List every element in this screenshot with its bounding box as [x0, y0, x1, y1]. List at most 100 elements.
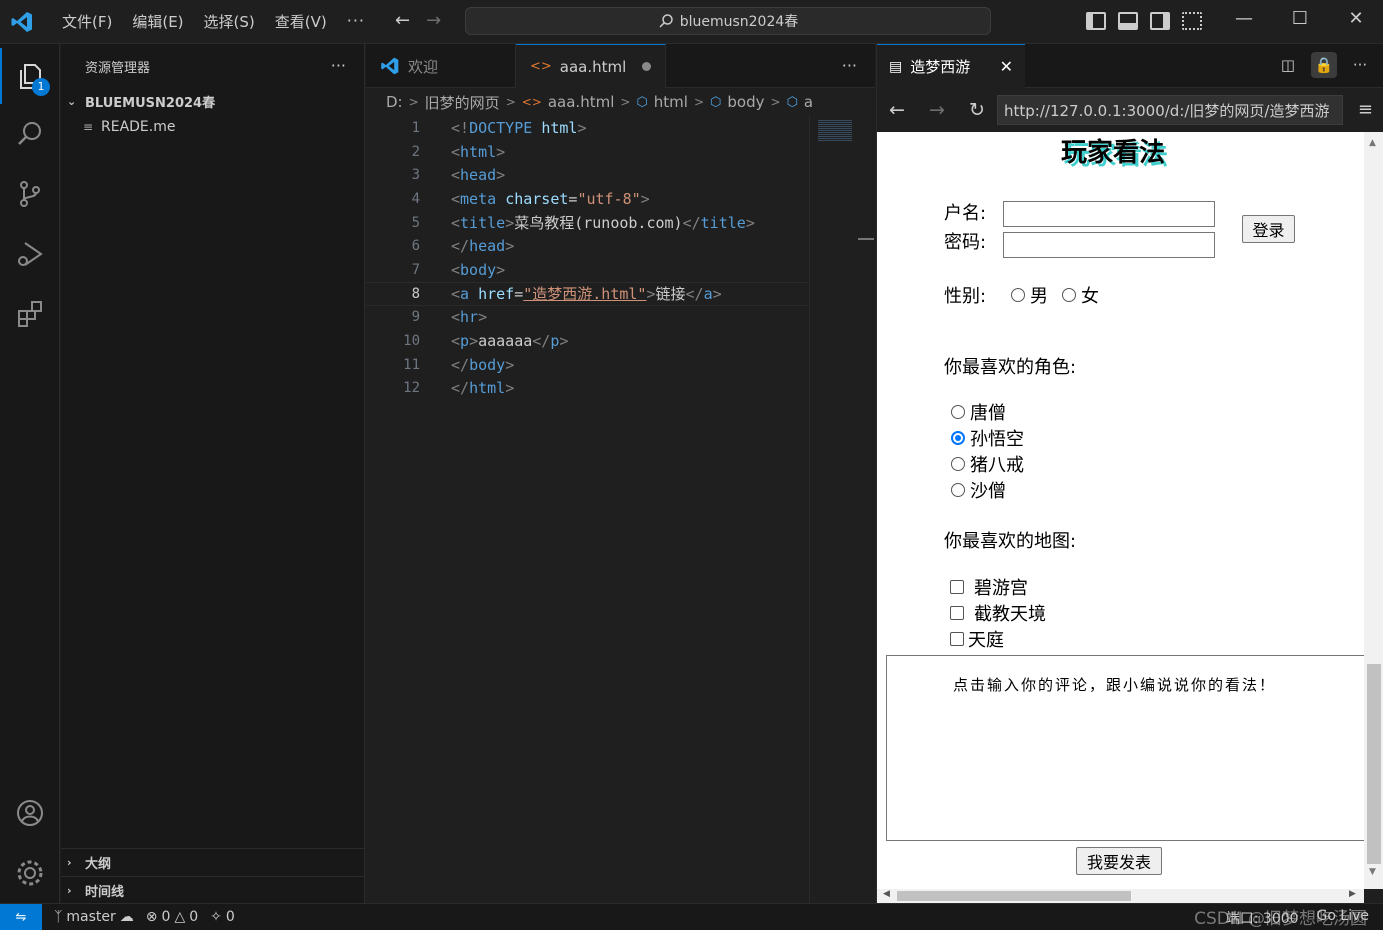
scroll-right-icon[interactable]: ▶	[1349, 889, 1356, 899]
forward-arrow-icon[interactable]: →	[426, 10, 441, 31]
settings-gear-icon[interactable]	[0, 845, 60, 901]
menu-selection[interactable]: 选择(S)	[194, 11, 265, 32]
page-horizontal-scrollbar[interactable]: ◀ ▶	[877, 889, 1364, 903]
toggle-panel-icon[interactable]	[1118, 12, 1138, 30]
csdn-watermark: CSDN @旧梦想吃汤圆	[1194, 909, 1367, 929]
code-line[interactable]: 7 <body>	[366, 258, 875, 282]
workspace-folder[interactable]: ⌄ BLUEMUSN2024春	[61, 88, 364, 114]
code-line[interactable]: 12 </html>	[366, 377, 875, 401]
close-window-button[interactable]: ✕	[1328, 8, 1383, 29]
search-icon[interactable]	[0, 106, 60, 162]
ports-status[interactable]: ✧ 0	[210, 909, 235, 925]
close-tab-icon[interactable]: ✕	[1000, 57, 1013, 76]
scroll-thumb[interactable]	[1367, 664, 1381, 864]
timeline-section[interactable]: › 时间线	[61, 876, 365, 904]
scroll-left-icon[interactable]: ◀	[883, 889, 890, 899]
account-icon[interactable]	[0, 785, 60, 841]
problems-status[interactable]: ⊗ 0 △ 0	[146, 909, 198, 925]
remote-indicator-icon[interactable]: ⇋	[0, 903, 42, 930]
scroll-thumb[interactable]	[897, 891, 1131, 901]
lock-icon[interactable]: 🔒	[1311, 52, 1337, 78]
browser-back-icon[interactable]: ←	[877, 99, 917, 121]
map-checkbox-biyougong[interactable]	[950, 580, 964, 594]
maximize-button[interactable]: ☐	[1272, 8, 1328, 29]
url-input[interactable]: http://127.0.0.1:3000/d:/旧梦的网页/造梦西游	[997, 95, 1343, 125]
back-arrow-icon[interactable]: ←	[395, 10, 410, 31]
menu-file[interactable]: 文件(F)	[52, 11, 122, 32]
comment-textarea[interactable]: 点击输入你的评论，跟小编说说你的看法！	[886, 655, 1364, 841]
map-checkbox-jiejiao[interactable]	[950, 606, 964, 620]
gender-radio-male[interactable]	[1011, 288, 1025, 302]
breadcrumb-file[interactable]: aaa.html	[548, 93, 615, 111]
customize-layout-icon[interactable]	[1182, 12, 1202, 30]
unsaved-dot-icon[interactable]	[642, 62, 651, 71]
code-line[interactable]: 10 <p>aaaaaa</p>	[366, 329, 875, 353]
extensions-icon[interactable]	[0, 286, 60, 342]
line-number: 11	[403, 356, 420, 373]
file-item[interactable]: ≡ READE.me	[61, 114, 364, 140]
chevron-right-icon: >	[693, 95, 705, 109]
scroll-up-icon[interactable]: ▲	[1369, 138, 1376, 148]
code-editor[interactable]: 1 <!DOCTYPE html> 2 <html> 3 <head> 4 <meta cha…	[366, 116, 875, 400]
branch-status[interactable]: ᛉ master ☁	[54, 909, 134, 925]
code-line[interactable]: 9 <hr>	[366, 306, 875, 330]
line-number: 4	[411, 190, 420, 207]
map-checkbox-tianting[interactable]	[950, 632, 964, 646]
outline-section[interactable]: › 大纲	[61, 848, 365, 876]
reload-icon[interactable]: ↻	[957, 99, 997, 121]
code-line[interactable]: 5 <title>菜鸟教程(runoob.com)</title>	[366, 211, 875, 235]
more-actions-icon[interactable]: ···	[1347, 52, 1373, 78]
breadcrumb-body[interactable]: body	[727, 93, 764, 111]
code-line[interactable]: 11 </body>	[366, 353, 875, 377]
menu-view[interactable]: 查看(V)	[265, 11, 337, 32]
tab-welcome-label: 欢迎	[408, 57, 439, 76]
line-number: 1	[411, 119, 420, 136]
code-line[interactable]: 3 <head>	[366, 163, 875, 187]
code-line[interactable]: 4 <meta charset="utf-8">	[366, 187, 875, 211]
role-radio-sunwukong[interactable]	[951, 431, 965, 445]
code-token: >	[505, 214, 515, 233]
toggle-secondary-sidebar-icon[interactable]	[1150, 12, 1170, 30]
tab-aaa-html[interactable]: <> aaa.html	[516, 44, 666, 88]
code-text: <meta charset="utf-8">	[451, 190, 650, 208]
breadcrumb-a[interactable]: a	[804, 93, 813, 111]
breadcrumb-folder[interactable]: 旧梦的网页	[425, 92, 500, 113]
role-radio-shaseng[interactable]	[951, 483, 965, 497]
explorer-icon[interactable]: 1	[0, 48, 60, 104]
run-debug-icon[interactable]	[0, 226, 60, 282]
hamburger-menu-icon[interactable]: ≡	[1358, 99, 1373, 120]
password-input[interactable]	[1003, 232, 1215, 258]
cube-icon: ⬡	[636, 94, 648, 110]
code-line[interactable]: 8 <a href="造梦西游.html">链接</a>	[366, 281, 807, 306]
login-button[interactable]: 登录	[1242, 215, 1295, 243]
minimize-button[interactable]: —	[1216, 8, 1272, 29]
username-input[interactable]	[1003, 201, 1215, 227]
split-editor-icon[interactable]: ◫	[1275, 52, 1301, 78]
source-control-icon[interactable]	[0, 166, 60, 222]
editor-more-button[interactable]: ···	[842, 56, 857, 75]
breadcrumb-drive[interactable]: D:	[386, 93, 403, 111]
tab-welcome[interactable]: 欢迎	[366, 44, 516, 88]
code-line[interactable]: 2 <html>	[366, 140, 875, 164]
code-line[interactable]: 6 </head>	[366, 234, 875, 258]
role-radio-tangseng[interactable]	[951, 405, 965, 419]
page-vertical-scrollbar[interactable]: ▲ ▼	[1364, 132, 1383, 889]
scroll-down-icon[interactable]: ▼	[1369, 867, 1376, 877]
browser-tab-label: 造梦西游	[910, 58, 971, 76]
minimap[interactable]	[809, 116, 859, 903]
code-text: </html>	[451, 379, 514, 397]
menu-edit[interactable]: 编辑(E)	[122, 11, 193, 32]
code-token: body	[460, 260, 497, 279]
code-line[interactable]: 1 <!DOCTYPE html>	[366, 116, 875, 140]
gender-radio-female[interactable]	[1062, 288, 1076, 302]
submit-button[interactable]: 我要发表	[1076, 847, 1162, 875]
explorer-more-button[interactable]: ···	[331, 56, 346, 75]
gender-option-male: 男	[1030, 286, 1048, 307]
menu-more-button[interactable]: ···	[337, 11, 375, 32]
command-center-search[interactable]: bluemusn2024春	[465, 7, 991, 35]
toggle-primary-sidebar-icon[interactable]	[1086, 12, 1106, 30]
browser-forward-icon[interactable]: →	[917, 99, 957, 121]
tab-browser-preview[interactable]: ▤ 造梦西游 ✕	[877, 44, 1025, 88]
role-radio-zhubajie[interactable]	[951, 457, 965, 471]
breadcrumb-html[interactable]: html	[654, 93, 688, 111]
